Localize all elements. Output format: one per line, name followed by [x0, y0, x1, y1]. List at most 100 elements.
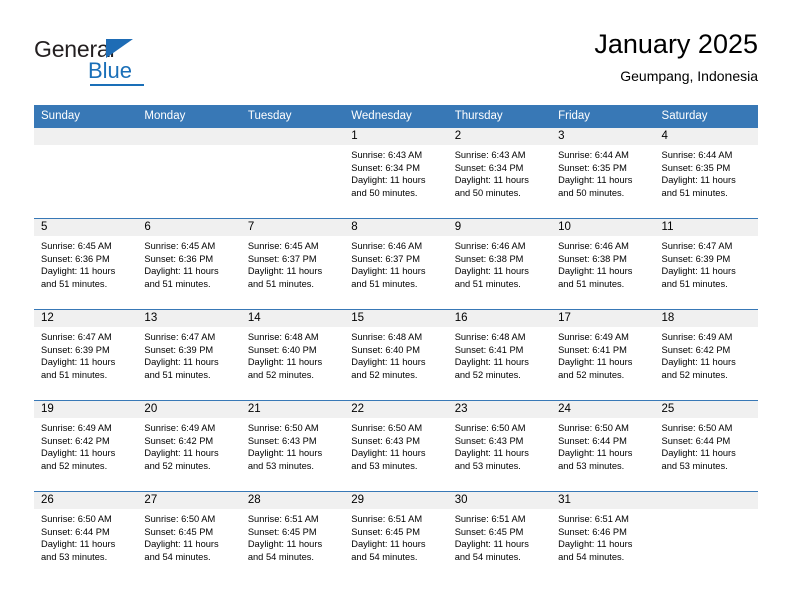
calendar-cell[interactable]: 23 Sunrise: 6:50 AM Sunset: 6:43 PM Dayligh…: [447, 400, 552, 492]
calendar-cell[interactable]: 24 Sunrise: 6:50 AM Sunset: 6:44 PM Dayligh…: [551, 400, 655, 492]
calendar-cell[interactable]: 22 Sunrise: 6:50 AM Sunset: 6:43 PM Dayligh…: [344, 400, 448, 492]
calendar-week-row: 5 Sunrise: 6:45 AM Sunset: 6:36 PM Daylight…: [34, 218, 758, 310]
daylight-text-line2: and 51 minutes.: [351, 278, 418, 289]
weekday-header-saturday: Saturday: [654, 105, 758, 128]
title-block: January 2025 Geumpang, Indonesia: [594, 28, 758, 86]
calendar-cell[interactable]: 20 Sunrise: 6:49 AM Sunset: 6:42 PM Dayligh…: [137, 400, 241, 492]
sunrise-text: Sunrise: 6:44 AM: [558, 150, 629, 160]
calendar-cell[interactable]: 16 Sunrise: 6:48 AM Sunset: 6:41 PM Dayligh…: [447, 309, 552, 401]
day-number: 22: [344, 401, 448, 418]
daylight-text-line2: and 50 minutes.: [454, 187, 521, 198]
calendar-cell[interactable]: 4 Sunrise: 6:44 AM Sunset: 6:35 PM Daylight…: [654, 127, 758, 219]
calendar-cell[interactable]: [240, 127, 345, 219]
page-title: January 2025: [594, 29, 758, 59]
calendar-cell[interactable]: 8 Sunrise: 6:46 AM Sunset: 6:37 PM Daylight…: [344, 218, 448, 310]
day-details: Sunrise: 6:49 AM Sunset: 6:41 PM Daylight:…: [551, 327, 654, 381]
calendar-cell[interactable]: 12 Sunrise: 6:47 AM Sunset: 6:39 PM Dayligh…: [34, 309, 138, 401]
calendar-cell[interactable]: 25 Sunrise: 6:50 AM Sunset: 6:44 PM Dayligh…: [654, 400, 758, 492]
sunrise-text: Sunrise: 6:45 AM: [247, 241, 319, 251]
sunrise-text: Sunrise: 6:51 AM: [247, 514, 319, 524]
daylight-text-line1: Daylight: 11 hours: [661, 357, 736, 368]
sunrise-text: Sunrise: 6:46 AM: [558, 241, 629, 251]
logo-text-blue: Blue: [88, 58, 133, 83]
daylight-text-line1: Daylight: 11 hours: [247, 357, 323, 368]
day-number: [34, 128, 138, 145]
weekday-header-wednesday: Wednesday: [344, 105, 448, 128]
calendar-cell[interactable]: 19 Sunrise: 6:49 AM Sunset: 6:42 PM Dayligh…: [34, 400, 138, 492]
sunrise-text: Sunrise: 6:48 AM: [247, 332, 319, 342]
calendar-cell[interactable]: 26 Sunrise: 6:50 AM Sunset: 6:44 PM Dayligh…: [34, 491, 138, 582]
day-details: Sunrise: 6:50 AM Sunset: 6:43 PM Daylight:…: [344, 418, 447, 472]
sunset-text: Sunset: 6:44 PM: [661, 435, 731, 446]
calendar-cell[interactable]: 3 Sunrise: 6:44 AM Sunset: 6:35 PM Daylight…: [551, 127, 655, 219]
daylight-text-line1: Daylight: 11 hours: [144, 539, 219, 550]
daylight-text-line2: and 52 minutes.: [661, 369, 728, 380]
daylight-text-line2: and 51 minutes.: [454, 278, 521, 289]
day-details: Sunrise: 6:51 AM Sunset: 6:45 PM Daylight:…: [448, 509, 551, 563]
sunrise-text: Sunrise: 6:51 AM: [558, 514, 629, 524]
sunrise-text: Sunrise: 6:49 AM: [661, 332, 733, 342]
calendar-cell[interactable]: 27 Sunrise: 6:50 AM Sunset: 6:45 PM Dayligh…: [137, 491, 241, 582]
calendar-cell[interactable]: 2 Sunrise: 6:43 AM Sunset: 6:34 PM Daylight…: [447, 127, 552, 219]
day-details: Sunrise: 6:51 AM Sunset: 6:46 PM Daylight:…: [551, 509, 654, 563]
day-number: 11: [654, 219, 758, 236]
daylight-text-line1: Daylight: 11 hours: [454, 357, 529, 368]
daylight-text-line1: Daylight: 11 hours: [41, 357, 116, 368]
calendar-cell[interactable]: 21 Sunrise: 6:50 AM Sunset: 6:43 PM Dayligh…: [240, 400, 345, 492]
calendar-cell[interactable]: 13 Sunrise: 6:47 AM Sunset: 6:39 PM Dayligh…: [137, 309, 241, 401]
day-number: 25: [654, 401, 758, 418]
calendar-cell[interactable]: 14 Sunrise: 6:48 AM Sunset: 6:40 PM Dayligh…: [240, 309, 345, 401]
daylight-text-line1: Daylight: 11 hours: [661, 175, 736, 186]
daylight-text-line2: and 54 minutes.: [454, 551, 521, 562]
sunset-text: Sunset: 6:38 PM: [454, 253, 524, 264]
daylight-text-line1: Daylight: 11 hours: [41, 448, 116, 459]
daylight-text-line2: and 54 minutes.: [351, 551, 418, 562]
calendar-week-row: 19 Sunrise: 6:49 AM Sunset: 6:42 PM Dayligh…: [34, 400, 758, 492]
sunrise-text: Sunrise: 6:46 AM: [454, 241, 526, 251]
calendar-cell[interactable]: 5 Sunrise: 6:45 AM Sunset: 6:36 PM Daylight…: [34, 218, 138, 310]
day-details: Sunrise: 6:44 AM Sunset: 6:35 PM Daylight:…: [551, 145, 654, 199]
day-number: 12: [34, 310, 138, 327]
calendar-cell[interactable]: [137, 127, 241, 219]
sunrise-text: Sunrise: 6:45 AM: [144, 241, 216, 251]
sunrise-text: Sunrise: 6:47 AM: [41, 332, 112, 342]
calendar-cell[interactable]: 9 Sunrise: 6:46 AM Sunset: 6:38 PM Daylight…: [447, 218, 552, 310]
calendar-cell[interactable]: 31 Sunrise: 6:51 AM Sunset: 6:46 PM Dayligh…: [551, 491, 655, 582]
daylight-text-line1: Daylight: 11 hours: [351, 175, 426, 186]
calendar-week-row: 26 Sunrise: 6:50 AM Sunset: 6:44 PM Dayligh…: [34, 491, 758, 582]
day-number: 2: [447, 128, 552, 145]
calendar-cell[interactable]: 15 Sunrise: 6:48 AM Sunset: 6:40 PM Dayligh…: [344, 309, 448, 401]
calendar-cell[interactable]: 28 Sunrise: 6:51 AM Sunset: 6:45 PM Dayligh…: [240, 491, 345, 582]
day-number: 13: [137, 310, 241, 327]
day-details: [34, 145, 137, 149]
daylight-text-line1: Daylight: 11 hours: [454, 448, 529, 459]
calendar-cell[interactable]: [654, 491, 758, 582]
daylight-text-line1: Daylight: 11 hours: [454, 266, 529, 277]
day-number: 18: [654, 310, 758, 327]
calendar-cell[interactable]: 18 Sunrise: 6:49 AM Sunset: 6:42 PM Dayligh…: [654, 309, 758, 401]
calendar-cell[interactable]: 17 Sunrise: 6:49 AM Sunset: 6:41 PM Dayligh…: [551, 309, 655, 401]
sunrise-text: Sunrise: 6:49 AM: [144, 423, 216, 433]
sunset-text: Sunset: 6:46 PM: [558, 526, 627, 537]
calendar-cell[interactable]: 7 Sunrise: 6:45 AM Sunset: 6:37 PM Daylight…: [240, 218, 345, 310]
daylight-text-line1: Daylight: 11 hours: [558, 357, 633, 368]
calendar-cell[interactable]: 29 Sunrise: 6:51 AM Sunset: 6:45 PM Dayligh…: [344, 491, 448, 582]
sunset-text: Sunset: 6:42 PM: [661, 344, 731, 355]
daylight-text-line1: Daylight: 11 hours: [558, 266, 633, 277]
calendar-cell[interactable]: 6 Sunrise: 6:45 AM Sunset: 6:36 PM Daylight…: [137, 218, 241, 310]
day-details: Sunrise: 6:50 AM Sunset: 6:43 PM Daylight:…: [448, 418, 551, 472]
calendar-cell[interactable]: 10 Sunrise: 6:46 AM Sunset: 6:38 PM Dayligh…: [551, 218, 655, 310]
day-details: [241, 145, 344, 149]
calendar-cell[interactable]: [34, 127, 138, 219]
sunset-text: Sunset: 6:39 PM: [41, 344, 110, 355]
day-details: Sunrise: 6:47 AM Sunset: 6:39 PM Daylight:…: [34, 327, 137, 381]
day-details: Sunrise: 6:50 AM Sunset: 6:44 PM Daylight:…: [655, 418, 758, 472]
day-number: [240, 128, 345, 145]
day-details: Sunrise: 6:45 AM Sunset: 6:36 PM Daylight:…: [137, 236, 240, 290]
sunset-text: Sunset: 6:43 PM: [351, 435, 420, 446]
calendar-cell[interactable]: 11 Sunrise: 6:47 AM Sunset: 6:39 PM Dayligh…: [654, 218, 758, 310]
calendar-cell[interactable]: 1 Sunrise: 6:43 AM Sunset: 6:34 PM Daylight…: [344, 127, 448, 219]
daylight-text-line2: and 52 minutes.: [144, 460, 211, 471]
calendar-cell[interactable]: 30 Sunrise: 6:51 AM Sunset: 6:45 PM Dayligh…: [447, 491, 552, 582]
logo-underline: [90, 84, 144, 86]
